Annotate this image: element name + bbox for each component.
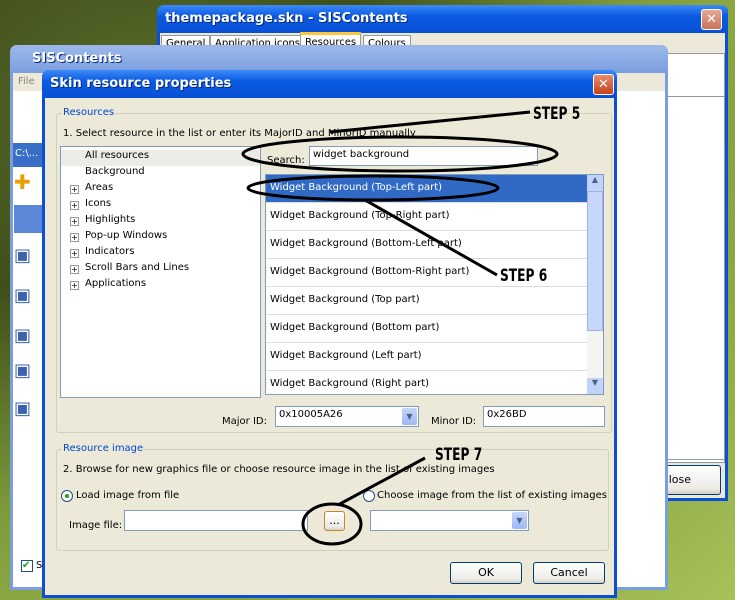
annotation-circle-browse [301,502,363,546]
annotation-step7: STEP 7 [435,445,483,465]
annotation-ellipse-search [241,135,559,173]
annotation-line-step7 [337,456,426,507]
annotation-line-step5 [329,110,531,134]
annotation-step5: STEP 5 [533,104,581,124]
annotation-ellipse-row [246,174,500,202]
annotation-line-step6 [364,198,498,277]
annotation-overlay [241,110,559,546]
annotation-step6: STEP 6 [500,266,548,286]
